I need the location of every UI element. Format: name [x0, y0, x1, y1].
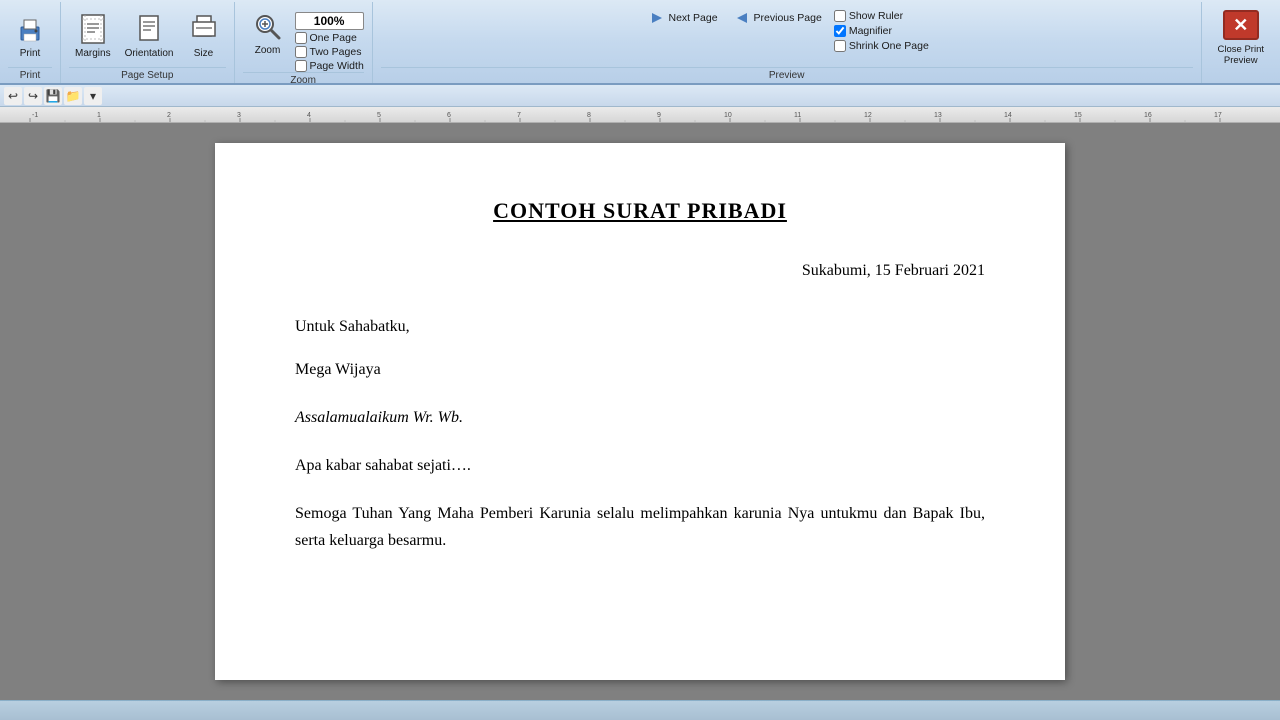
svg-text:15: 15 [1074, 112, 1082, 119]
ribbon-section-zoom: Zoom 100% One Page Two Pages Page Width [235, 2, 373, 83]
svg-text:9: 9 [657, 112, 661, 119]
zoom-100-button[interactable]: 100% [295, 12, 364, 30]
document-para2: Semoga Tuhan Yang Maha Pemberi Karunia s… [295, 500, 985, 554]
svg-text:8: 8 [587, 112, 591, 119]
print-label: Print [20, 48, 41, 59]
ribbon: Print Print [0, 0, 1280, 85]
svg-text:11: 11 [794, 112, 801, 119]
svg-text:10: 10 [724, 112, 732, 119]
shrink-one-page-checkbox[interactable]: Shrink One Page [834, 40, 929, 52]
size-label: Size [194, 48, 213, 59]
document-date: Sukabumi, 15 Februari 2021 [295, 258, 985, 284]
margins-button[interactable]: Margins [69, 11, 117, 62]
undo-button[interactable]: ↩ [4, 87, 22, 105]
svg-text:12: 12 [864, 112, 872, 119]
show-ruler-checkbox[interactable]: Show Ruler [834, 10, 929, 22]
zoom-icon [252, 11, 284, 43]
orientation-label: Orientation [125, 48, 174, 59]
one-page-label: One Page [310, 32, 357, 44]
margins-icon [77, 14, 109, 46]
document-area: CONTOH SURAT PRIBADI Sukabumi, 15 Februa… [0, 123, 1280, 700]
status-bar [0, 700, 1280, 720]
svg-text:1: 1 [97, 112, 101, 119]
svg-text:6: 6 [447, 112, 451, 119]
next-page-label: Next Page [669, 12, 718, 24]
page-width-checkbox[interactable]: Page Width [295, 60, 364, 72]
page-width-check[interactable] [295, 60, 307, 72]
one-page-checkbox[interactable]: One Page [295, 32, 364, 44]
orientation-button[interactable]: Orientation [119, 11, 180, 62]
zoom-100-label: 100% [314, 14, 345, 28]
svg-text:-1: -1 [32, 112, 38, 119]
zoom-button[interactable]: Zoom [243, 8, 293, 59]
svg-text:14: 14 [1004, 112, 1012, 119]
size-button[interactable]: Size [182, 11, 226, 62]
next-page-icon [649, 10, 665, 26]
open-button[interactable]: 📁 [64, 87, 82, 105]
shrink-label: Shrink One Page [849, 40, 929, 52]
document-greeting: Assalamualaikum Wr. Wb. [295, 405, 985, 431]
ruler: -1 1 2 3 4 5 6 7 8 9 10 11 12 1 [0, 107, 1280, 123]
print-button[interactable]: Print [8, 11, 52, 62]
svg-text:3: 3 [237, 112, 241, 119]
page-width-label: Page Width [310, 60, 364, 72]
close-icon: ✕ [1223, 10, 1259, 40]
shrink-check[interactable] [834, 40, 846, 52]
page-setup-section-label: Page Setup [69, 67, 226, 83]
magnifier-label: Magnifier [849, 25, 892, 37]
size-icon [188, 14, 220, 46]
show-ruler-check[interactable] [834, 10, 846, 22]
ribbon-section-close: ✕ Close Print Preview [1202, 2, 1280, 83]
two-pages-checkbox[interactable]: Two Pages [295, 46, 364, 58]
document-page: CONTOH SURAT PRIBADI Sukabumi, 15 Februa… [215, 143, 1065, 680]
print-icon [14, 14, 46, 46]
svg-text:13: 13 [934, 112, 942, 119]
close-print-preview-label: Close Print Preview [1218, 44, 1264, 67]
one-page-check[interactable] [295, 32, 307, 44]
next-page-button[interactable]: Next Page [645, 8, 722, 28]
ribbon-section-print: Print Print [0, 2, 61, 83]
save-button[interactable]: 💾 [44, 87, 62, 105]
quick-access-toolbar: ↩ ↪ 💾 📁 ▾ [0, 85, 1280, 107]
prev-page-icon [734, 10, 750, 26]
document-para1: Apa kabar sahabat sejati…. [295, 453, 985, 479]
redo-button[interactable]: ↪ [24, 87, 42, 105]
zoom-section-label: Zoom [243, 72, 364, 88]
magnifier-check[interactable] [834, 25, 846, 37]
preview-section-label: Preview [381, 67, 1193, 83]
previous-page-label: Previous Page [754, 12, 822, 24]
ribbon-section-preview: Next Page Previous Page Show Ruler Magni… [373, 2, 1202, 83]
orientation-icon [133, 14, 165, 46]
two-pages-check[interactable] [295, 46, 307, 58]
document-recipient-name: Mega Wijaya [295, 357, 985, 383]
close-print-preview-button[interactable]: ✕ Close Print Preview [1212, 6, 1270, 71]
svg-text:4: 4 [307, 112, 311, 119]
svg-text:7: 7 [517, 112, 521, 119]
magnifier-checkbox[interactable]: Magnifier [834, 25, 929, 37]
margins-label: Margins [75, 48, 111, 59]
ruler-svg: -1 1 2 3 4 5 6 7 8 9 10 11 12 1 [0, 107, 1280, 123]
svg-text:2: 2 [167, 112, 171, 119]
previous-page-button[interactable]: Previous Page [730, 8, 826, 28]
svg-text:5: 5 [377, 112, 381, 119]
document-recipient: Untuk Sahabatku, [295, 314, 985, 340]
svg-text:17: 17 [1214, 112, 1222, 119]
document-title: CONTOH SURAT PRIBADI [295, 193, 985, 228]
two-pages-label: Two Pages [310, 46, 362, 58]
show-ruler-label: Show Ruler [849, 10, 903, 22]
zoom-label: Zoom [255, 45, 281, 56]
svg-text:16: 16 [1144, 112, 1152, 119]
print-section-label: Print [8, 67, 52, 83]
more-button[interactable]: ▾ [84, 87, 102, 105]
ribbon-section-page-setup: Margins Orientation [61, 2, 235, 83]
